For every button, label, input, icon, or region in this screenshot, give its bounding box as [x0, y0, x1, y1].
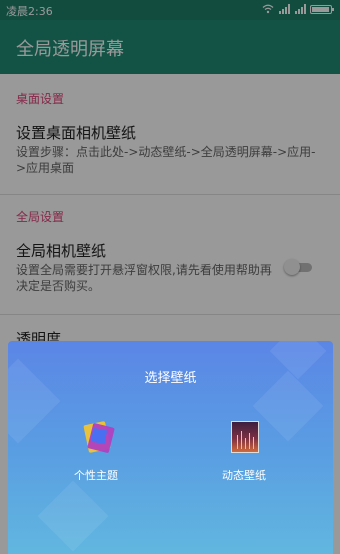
- theme-icon: [80, 421, 115, 455]
- choose-wallpaper-sheet: 选择壁纸 个性主题 动态壁纸: [8, 341, 333, 554]
- sheet-title: 选择壁纸: [144, 371, 197, 386]
- option-label: 个性主题: [74, 469, 118, 482]
- option-live-wallpaper[interactable]: 动态壁纸: [194, 421, 294, 491]
- option-theme[interactable]: 个性主题: [46, 421, 146, 491]
- option-label: 动态壁纸: [222, 469, 266, 482]
- live-wallpaper-icon: [231, 421, 259, 453]
- decor-diamond: [37, 480, 109, 552]
